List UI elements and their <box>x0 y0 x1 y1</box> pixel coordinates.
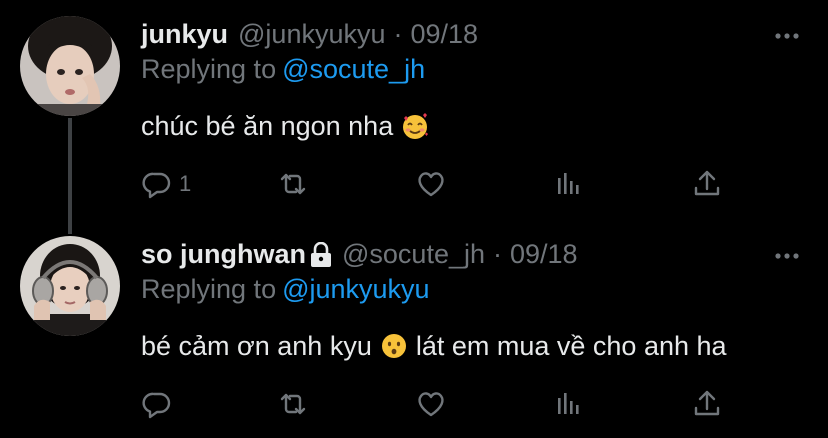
avatar[interactable] <box>20 236 120 336</box>
tweet-actions <box>141 386 741 422</box>
bar-chart-icon <box>558 173 579 194</box>
display-name[interactable]: junkyu <box>141 16 228 52</box>
tweet-date[interactable]: 09/18 <box>411 16 479 52</box>
display-name[interactable]: so junghwan <box>141 236 306 272</box>
lock-icon <box>310 241 332 267</box>
more-options-icon[interactable] <box>774 248 800 259</box>
replying-to: Replying to @socute_jh <box>141 52 425 86</box>
tweet[interactable]: junkyu @junkyukyu · 09/18 Replying to @so… <box>0 0 828 234</box>
tweet-text: chúc bé ăn ngon nha <box>141 108 437 144</box>
separator-dot: · <box>393 19 403 49</box>
replying-to: Replying to @junkyukyu <box>141 272 430 306</box>
heart-icon <box>418 172 444 197</box>
tweet-header: junkyu @junkyukyu · 09/18 <box>141 16 478 52</box>
thread-connector <box>68 118 72 234</box>
reply-button[interactable] <box>141 386 179 422</box>
hushed-face-icon <box>380 332 408 360</box>
tweet-text-content: chúc bé ăn ngon nha <box>141 111 394 141</box>
tweet-actions: 1 <box>141 166 741 202</box>
username-handle[interactable]: @junkyukyu <box>238 16 385 52</box>
share-button[interactable] <box>691 386 723 422</box>
tweet[interactable]: so junghwan @socute_jh · 09/18 Replying … <box>0 220 828 438</box>
reply-icon <box>142 172 171 199</box>
retweet-button[interactable] <box>277 166 309 202</box>
like-button[interactable] <box>415 166 447 202</box>
replying-to-label: Replying to <box>141 274 277 304</box>
retweet-icon <box>280 393 306 415</box>
reply-icon <box>142 392 171 419</box>
reply-button[interactable]: 1 <box>141 166 191 202</box>
avatar[interactable] <box>20 16 120 116</box>
share-icon <box>694 170 720 196</box>
like-button[interactable] <box>415 386 447 422</box>
retweet-icon <box>280 173 306 195</box>
bar-chart-icon <box>558 393 579 414</box>
tweet-text: bé cảm ơn anh kyu lát em mua về cho anh … <box>141 328 727 364</box>
separator-dot: · <box>493 239 502 269</box>
analytics-button[interactable] <box>553 386 585 422</box>
analytics-button[interactable] <box>553 166 585 202</box>
replying-to-handle-link[interactable]: @junkyukyu <box>282 274 429 304</box>
reply-count: 1 <box>179 171 192 196</box>
retweet-button[interactable] <box>277 386 309 422</box>
smiling-face-with-hearts-icon <box>401 112 429 140</box>
tweet-text-after-emoji: lát em mua về cho anh ha <box>415 331 727 361</box>
replying-to-handle-link[interactable]: @socute_jh <box>282 54 425 84</box>
share-icon <box>694 390 720 416</box>
tweet-header: so junghwan @socute_jh · 09/18 <box>141 236 578 272</box>
tweet-date[interactable]: 09/18 <box>510 236 578 272</box>
tweet-text-before-emoji: bé cảm ơn anh kyu <box>141 331 372 361</box>
share-button[interactable] <box>691 166 723 202</box>
more-options-icon[interactable] <box>774 28 800 39</box>
replying-to-label: Replying to <box>141 54 277 84</box>
username-handle[interactable]: @socute_jh <box>342 236 485 272</box>
heart-icon <box>418 392 444 417</box>
